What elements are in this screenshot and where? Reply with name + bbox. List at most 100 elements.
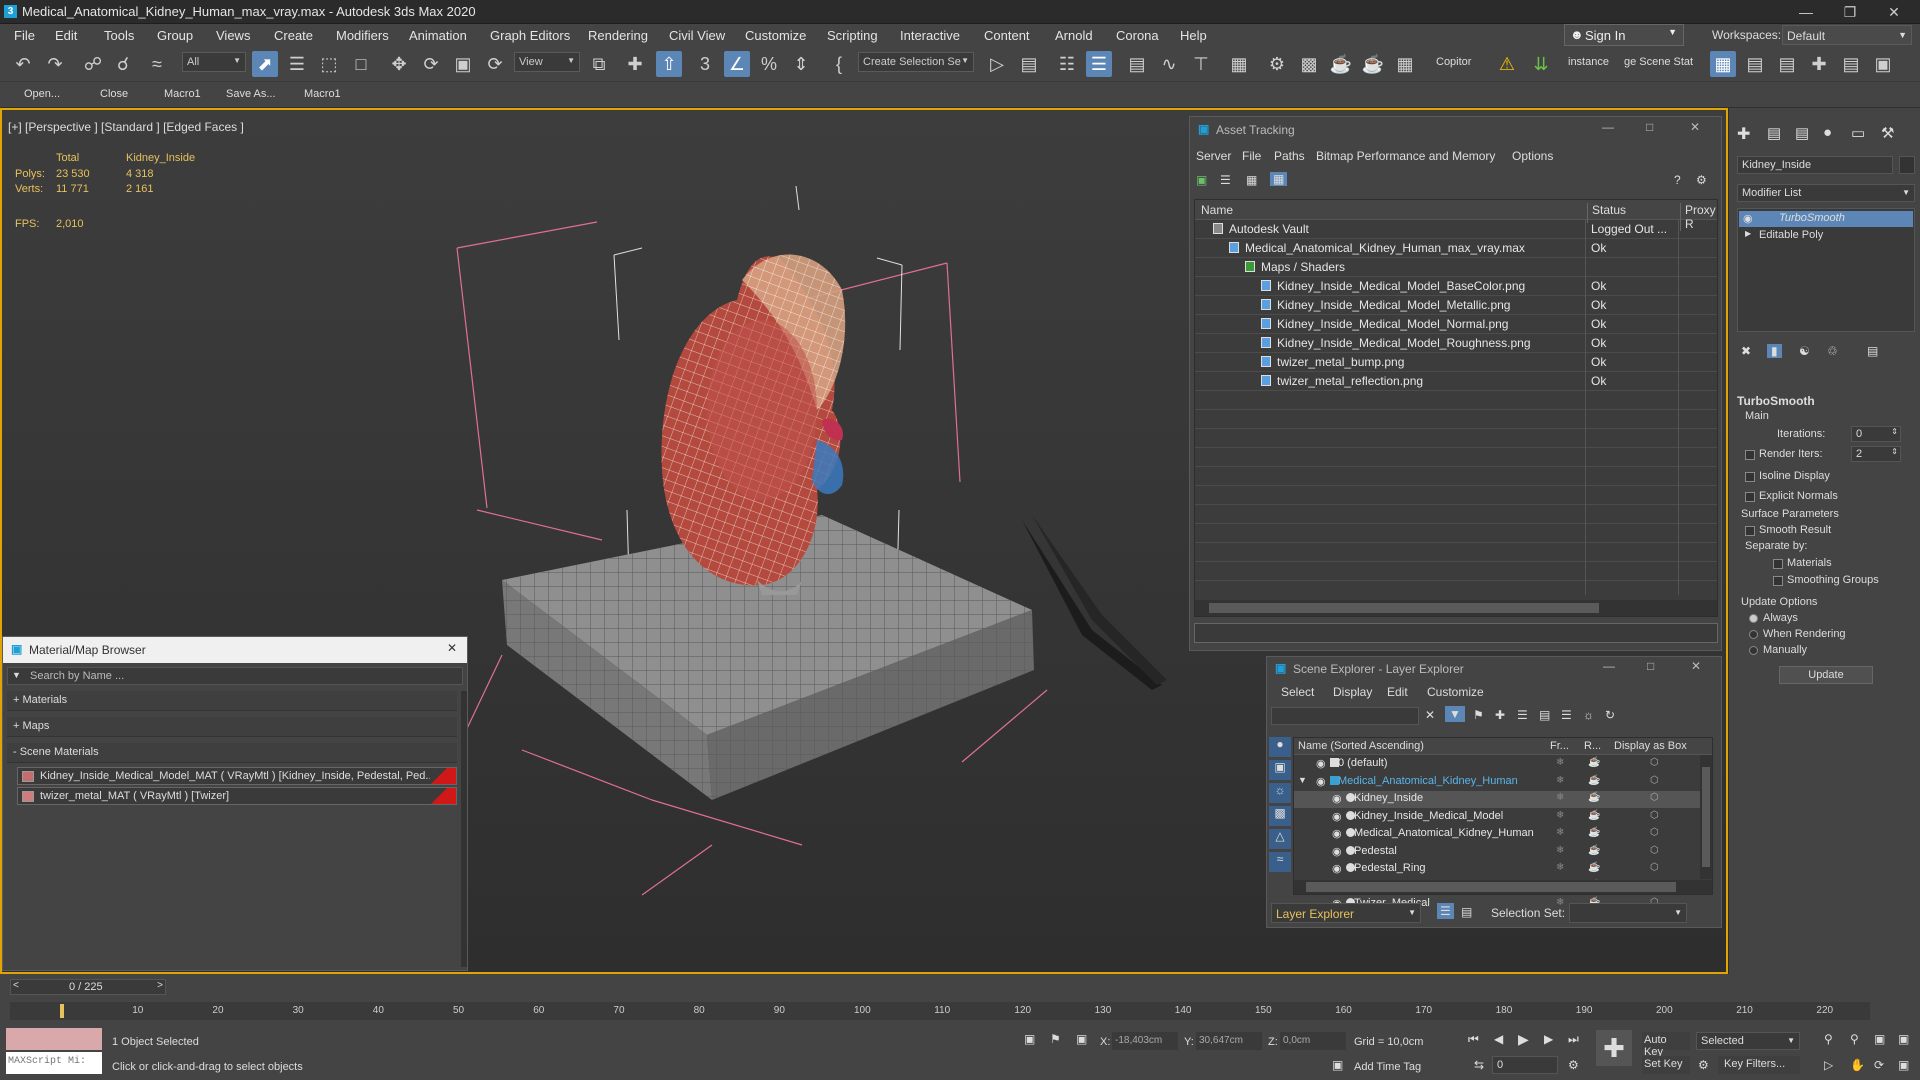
current-frame-field[interactable]: 0 xyxy=(1492,1056,1558,1074)
link-icon[interactable]: ☍ xyxy=(80,51,106,77)
lock-icon[interactable]: ⚑ xyxy=(1473,708,1484,722)
eye-icon[interactable]: ◉ xyxy=(1332,792,1342,805)
add-layer-icon[interactable]: ✚ xyxy=(1495,708,1505,722)
matbrowser-scrollbar[interactable] xyxy=(461,691,467,967)
workspaces-dropdown[interactable]: Default ▼ xyxy=(1782,25,1912,45)
macro1-button-2[interactable]: Macro1 xyxy=(304,88,341,100)
smoothing-groups-checkbox[interactable] xyxy=(1773,576,1783,586)
align-icon[interactable]: ▤ xyxy=(1016,51,1042,77)
explicit-normals-checkbox[interactable] xyxy=(1745,492,1755,502)
freeze-icon[interactable]: ❄ xyxy=(1556,810,1564,821)
material-editor-icon[interactable]: ▦ xyxy=(1226,51,1252,77)
panel-icon-5[interactable]: ▤ xyxy=(1838,51,1864,77)
key-filter-dropdown[interactable]: Selected ▼ xyxy=(1696,1032,1800,1050)
asset-row[interactable]: Kidney_Inside_Medical_Model_BaseColor.pn… xyxy=(1195,277,1717,296)
object-row[interactable]: ◉ Pedestal ❄ ☕ ⬡ xyxy=(1294,844,1700,861)
modify-tab-icon[interactable]: ▤ xyxy=(1767,124,1781,142)
panel-icon-2[interactable]: ▤ xyxy=(1742,51,1768,77)
unlink-icon[interactable]: ☌ xyxy=(110,51,136,77)
always-radio[interactable] xyxy=(1749,614,1758,623)
renderable-icon[interactable]: ☕ xyxy=(1588,757,1600,768)
zoom-extents-all-icon[interactable]: ▣ xyxy=(1898,1032,1909,1046)
stack-item-editable-poly[interactable]: ▶ Editable Poly xyxy=(1739,228,1913,244)
window-crossing-icon[interactable]: □ xyxy=(348,51,374,77)
asset-row[interactable]: twizer_metal_bump.png Ok xyxy=(1195,353,1717,372)
macro1-button[interactable]: Macro1 xyxy=(164,88,201,100)
menu-animation[interactable]: Animation xyxy=(409,28,467,43)
maxscript-mini-listener[interactable]: MAXScript Mi: xyxy=(6,1052,102,1074)
col-name[interactable]: Name xyxy=(1201,203,1233,217)
menu-create[interactable]: Create xyxy=(274,28,313,43)
panel-toggle-icon[interactable]: ▦ xyxy=(1710,51,1736,77)
layers-mode-icon[interactable]: ☰ xyxy=(1437,903,1454,919)
display-as-box-icon[interactable]: ⬡ xyxy=(1650,757,1659,768)
asset-path-field[interactable] xyxy=(1194,623,1718,643)
freeze-icon[interactable]: ❄ xyxy=(1556,792,1564,803)
freeze-icon[interactable]: ❄ xyxy=(1556,827,1564,838)
time-marker[interactable] xyxy=(60,1004,64,1018)
object-name-field[interactable]: Kidney_Inside xyxy=(1737,156,1893,174)
freeze-icon[interactable]: ❄ xyxy=(1556,757,1564,768)
eye-icon[interactable]: ◉ xyxy=(1332,845,1342,858)
instance-button[interactable]: instance xyxy=(1568,56,1609,68)
menu-file[interactable]: File xyxy=(14,28,35,43)
restore-icon[interactable]: ❐ xyxy=(1830,2,1870,22)
display-geometry-icon[interactable]: ▣ xyxy=(1269,760,1291,780)
rotate-icon[interactable]: ⟳ xyxy=(418,51,444,77)
scene-stat-button[interactable]: ge Scene Stat xyxy=(1624,56,1693,68)
menu-corona[interactable]: Corona xyxy=(1116,28,1159,43)
create-selection-set-dropdown[interactable]: Create Selection Se ▼ xyxy=(858,52,974,72)
asset-row[interactable]: twizer_metal_reflection.png Ok xyxy=(1195,372,1717,391)
scene-explorer-icon[interactable]: ☷ xyxy=(1054,51,1080,77)
material-item[interactable]: twizer_metal_MAT ( VRayMtl ) [Twizer] xyxy=(17,787,457,805)
scroll-thumb[interactable] xyxy=(1702,767,1710,867)
menu-tools[interactable]: Tools xyxy=(104,28,134,43)
material-search-input[interactable]: ▼ Search by Name ... xyxy=(7,667,463,685)
menu-help[interactable]: Help xyxy=(1180,28,1207,43)
renderable-icon[interactable]: ☕ xyxy=(1588,810,1600,821)
scroll-thumb[interactable] xyxy=(1306,882,1676,892)
display-helpers-icon[interactable]: △ xyxy=(1269,829,1291,849)
render-icon[interactable]: ☕ xyxy=(1328,51,1354,77)
zoom-extents-icon[interactable]: ▣ xyxy=(1874,1032,1885,1046)
asset-hscrollbar[interactable] xyxy=(1195,600,1717,616)
mirror-icon[interactable]: ▷ xyxy=(984,51,1010,77)
menu-rendering[interactable]: Rendering xyxy=(588,28,648,43)
manually-radio[interactable] xyxy=(1749,646,1758,655)
object-color-swatch[interactable] xyxy=(1899,156,1915,174)
zoom-icon[interactable]: ⚲ xyxy=(1824,1032,1833,1046)
scene-materials-section[interactable]: - Scene Materials xyxy=(7,743,457,763)
menu-graph-editors[interactable]: Graph Editors xyxy=(490,28,570,43)
keyboard-shortcut-override-icon[interactable]: ⇧ xyxy=(656,51,682,77)
create-tab-icon[interactable]: ✚ xyxy=(1737,124,1750,144)
move-icon[interactable]: ✥ xyxy=(386,51,412,77)
display-cameras-icon[interactable]: ▩ xyxy=(1269,806,1291,826)
snaps-toggle-icon[interactable]: 3 xyxy=(692,51,718,77)
panel-icon-3[interactable]: ▤ xyxy=(1774,51,1800,77)
filter-icon[interactable]: ▼ xyxy=(1445,706,1465,722)
freeze-icon[interactable]: ❄ xyxy=(1556,775,1564,786)
sync-icon[interactable]: ↻ xyxy=(1605,708,1615,722)
render-production-icon[interactable]: ☕ xyxy=(1360,51,1386,77)
table-icon[interactable]: ▦ xyxy=(1246,173,1257,187)
render-iters-checkbox[interactable] xyxy=(1745,450,1755,460)
menu-customize[interactable]: Customize xyxy=(745,28,806,43)
help-icon[interactable]: ? xyxy=(1674,173,1681,187)
close-icon[interactable]: ✕ xyxy=(1690,120,1700,134)
menu-group[interactable]: Group xyxy=(157,28,193,43)
schematic-view-icon[interactable]: ⊤ xyxy=(1188,51,1214,77)
eye-icon[interactable]: ◉ xyxy=(1316,757,1326,770)
close-icon[interactable]: ✕ xyxy=(1691,659,1701,673)
go-to-end-icon[interactable]: ⏭ xyxy=(1568,1032,1579,1047)
display-lights-icon[interactable]: ☼ xyxy=(1269,783,1291,803)
layers-icon[interactable]: ☰ xyxy=(1517,708,1528,722)
menu-arnold[interactable]: Arnold xyxy=(1055,28,1093,43)
display-as-box-icon[interactable]: ⬡ xyxy=(1650,775,1659,786)
time-tag-icon[interactable]: ▣ xyxy=(1332,1058,1343,1072)
when-rendering-radio[interactable] xyxy=(1749,630,1758,639)
minimize-icon[interactable]: — xyxy=(1603,659,1615,673)
layer-menu-customize[interactable]: Customize xyxy=(1427,685,1484,699)
highlight-icon[interactable]: ☼ xyxy=(1583,708,1594,722)
display-as-box-icon[interactable]: ⬡ xyxy=(1650,810,1659,821)
maximize-icon[interactable]: □ xyxy=(1647,659,1654,673)
